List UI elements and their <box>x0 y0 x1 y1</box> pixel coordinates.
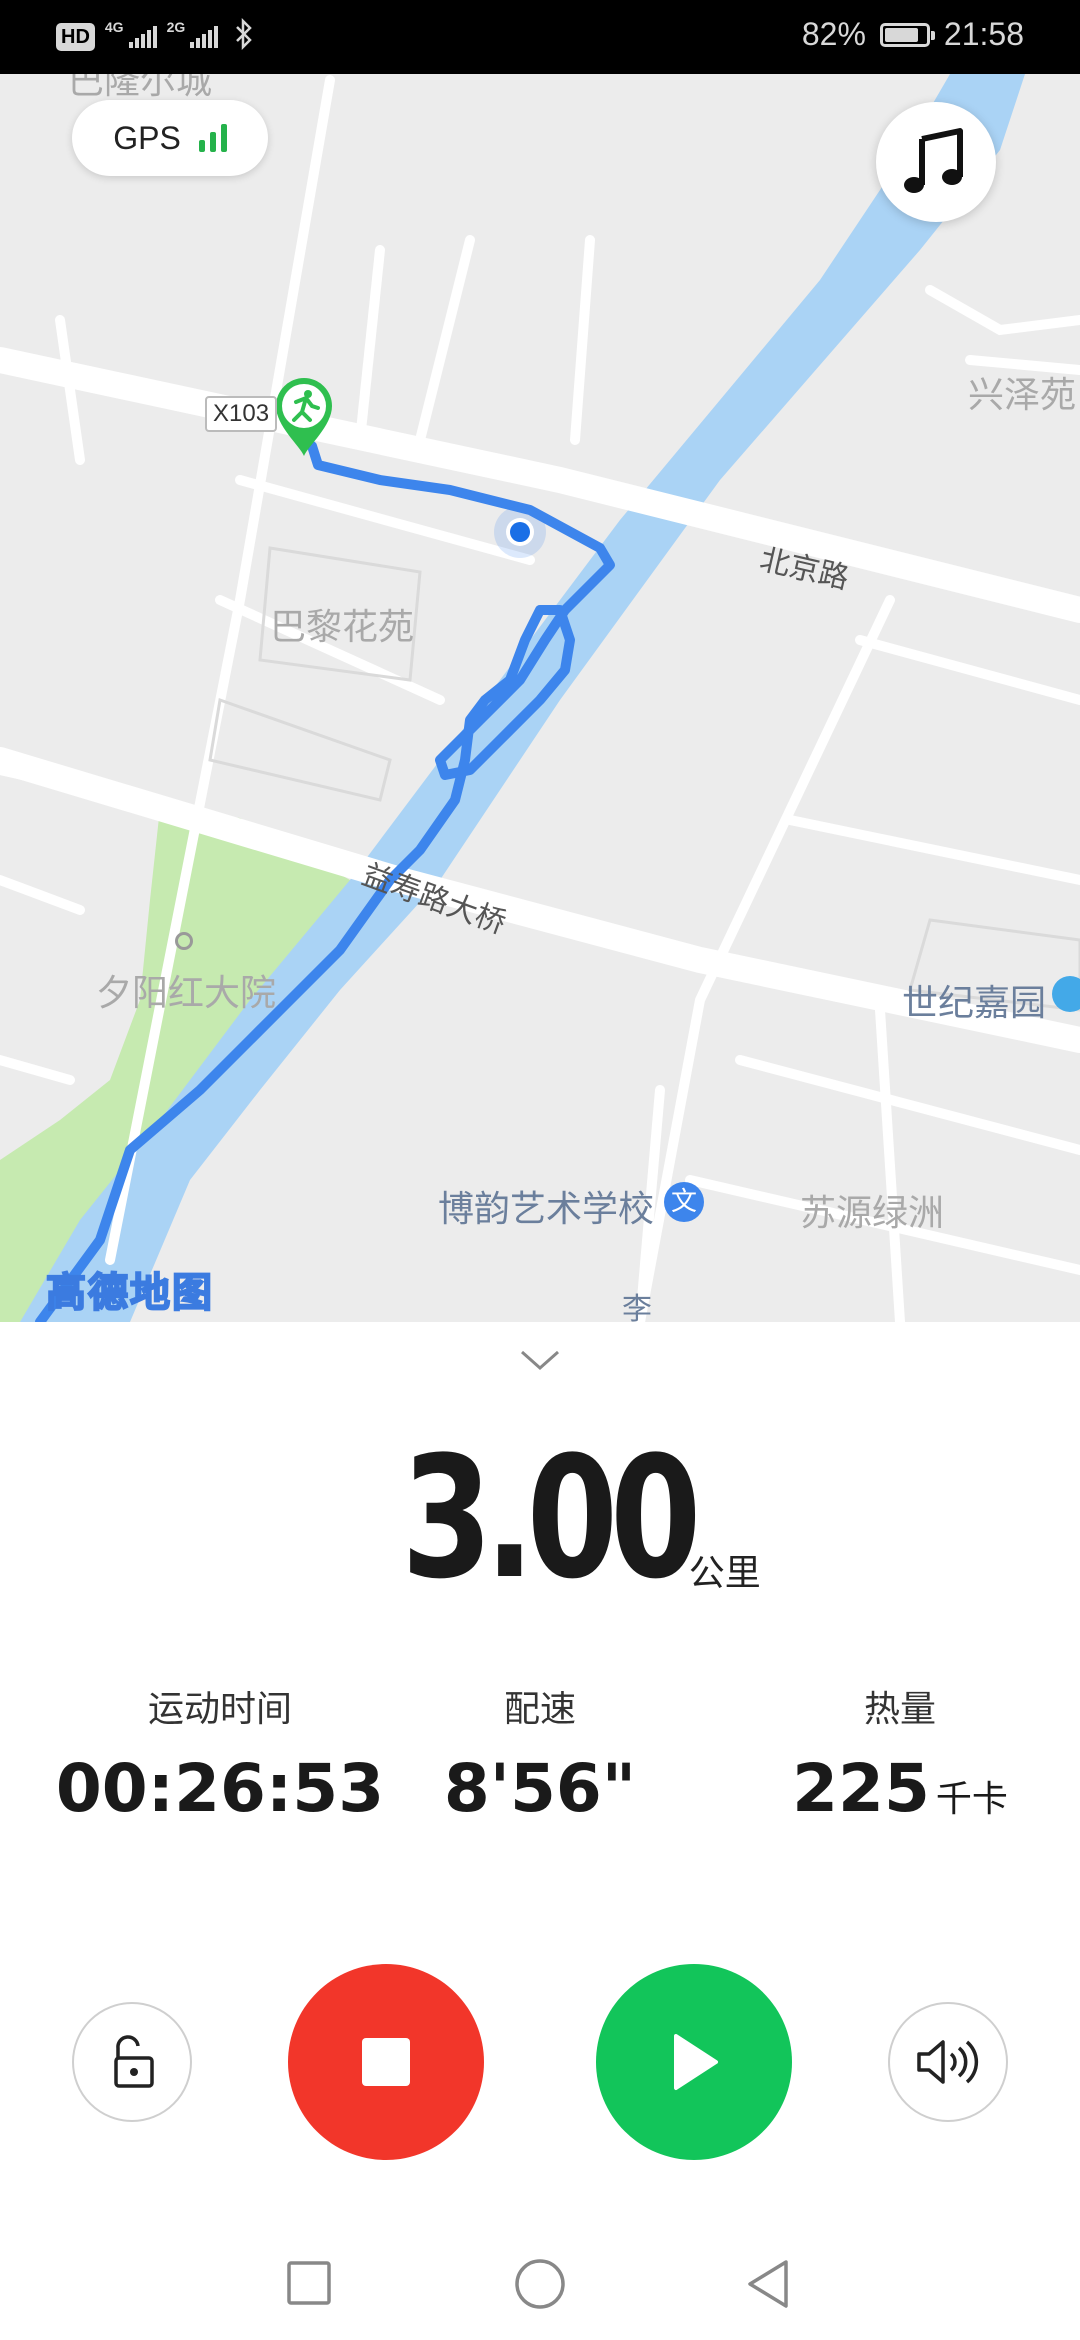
signal-icon: 2G <box>167 20 219 48</box>
stat-label: 热量 <box>863 1689 936 1730</box>
bluetooth-icon <box>234 17 254 56</box>
stat-duration: 运动时间 00:26:53 <box>40 1680 400 1827</box>
map-canvas <box>0 74 1080 1322</box>
status-right: 82% 21:58 <box>802 16 1024 53</box>
home-icon[interactable] <box>514 2258 566 2310</box>
status-left: HD 4G 2G <box>56 17 254 56</box>
back-icon[interactable] <box>744 2258 792 2310</box>
battery-percent: 82% <box>801 16 866 52</box>
hd-icon: HD <box>56 23 95 51</box>
clock: 21:58 <box>943 16 1024 52</box>
lock-button[interactable] <box>72 2002 192 2122</box>
music-button[interactable] <box>876 102 996 222</box>
route-map[interactable]: 巴隆尔城 兴泽苑 巴黎花苑 夕阳红大院 世纪嘉园 博韵艺术学校 文 苏源绿洲 李… <box>0 74 1080 1322</box>
voice-button[interactable] <box>888 2002 1008 2122</box>
stat-value: 8'56" <box>443 1750 637 1827</box>
recents-icon[interactable] <box>286 2260 332 2306</box>
stat-value: 00:26:53 <box>55 1750 385 1827</box>
network-type-2: 2G <box>166 19 186 35</box>
map-label-xingze: 兴泽苑 <box>968 375 1077 416</box>
volume-icon <box>917 2040 979 2084</box>
play-icon <box>674 2034 718 2090</box>
map-label-bali: 巴黎花苑 <box>270 607 415 648</box>
chevron-down-icon[interactable] <box>520 1348 560 1372</box>
start-marker-icon <box>276 378 332 456</box>
stat-value: 225 千卡 <box>792 1750 1008 1827</box>
stat-unit: 千卡 <box>935 1779 1008 1820</box>
stop-icon <box>362 2038 410 2086</box>
gps-indicator: GPS <box>72 100 268 176</box>
map-label-boyun: 博韵艺术学校 <box>438 1189 655 1230</box>
resume-button[interactable] <box>596 1964 792 2160</box>
map-label-li: 李 <box>622 1292 652 1322</box>
school-icon: 文 <box>664 1182 704 1222</box>
lock-icon <box>114 2035 154 2088</box>
poi-dot-icon <box>175 932 193 950</box>
music-note-icon <box>904 128 963 193</box>
gps-label: GPS <box>113 119 181 156</box>
stat-label: 配速 <box>503 1689 576 1730</box>
stat-calories: 热量 225 千卡 <box>740 1680 1060 1827</box>
signal-icon: 4G <box>105 20 157 48</box>
stat-label: 运动时间 <box>147 1689 292 1730</box>
battery-icon <box>879 22 935 47</box>
map-label-suyuan: 苏源绿洲 <box>800 1193 945 1234</box>
system-nav-bar <box>0 2220 1080 2340</box>
distance-value: 3.00 <box>401 1420 702 1616</box>
map-label-xiyang: 夕阳红大院 <box>96 973 277 1014</box>
status-bar: HD 4G 2G 82% 21:58 <box>0 0 1080 74</box>
poi-building-icon <box>1052 976 1080 1012</box>
distance-unit: 公里 <box>688 1553 761 1594</box>
distance-display: 3.00 公里 <box>0 1420 1080 1616</box>
network-type-1: 4G <box>104 19 124 35</box>
road-shield-x103: X103 <box>205 396 278 432</box>
stat-pace: 配速 8'56" <box>400 1680 680 1827</box>
map-label-shiji: 世纪嘉园 <box>902 983 1047 1024</box>
gps-signal-icon <box>198 124 227 152</box>
map-provider-logo: 高德地图 <box>45 1269 214 1317</box>
stop-button[interactable] <box>288 1964 484 2160</box>
